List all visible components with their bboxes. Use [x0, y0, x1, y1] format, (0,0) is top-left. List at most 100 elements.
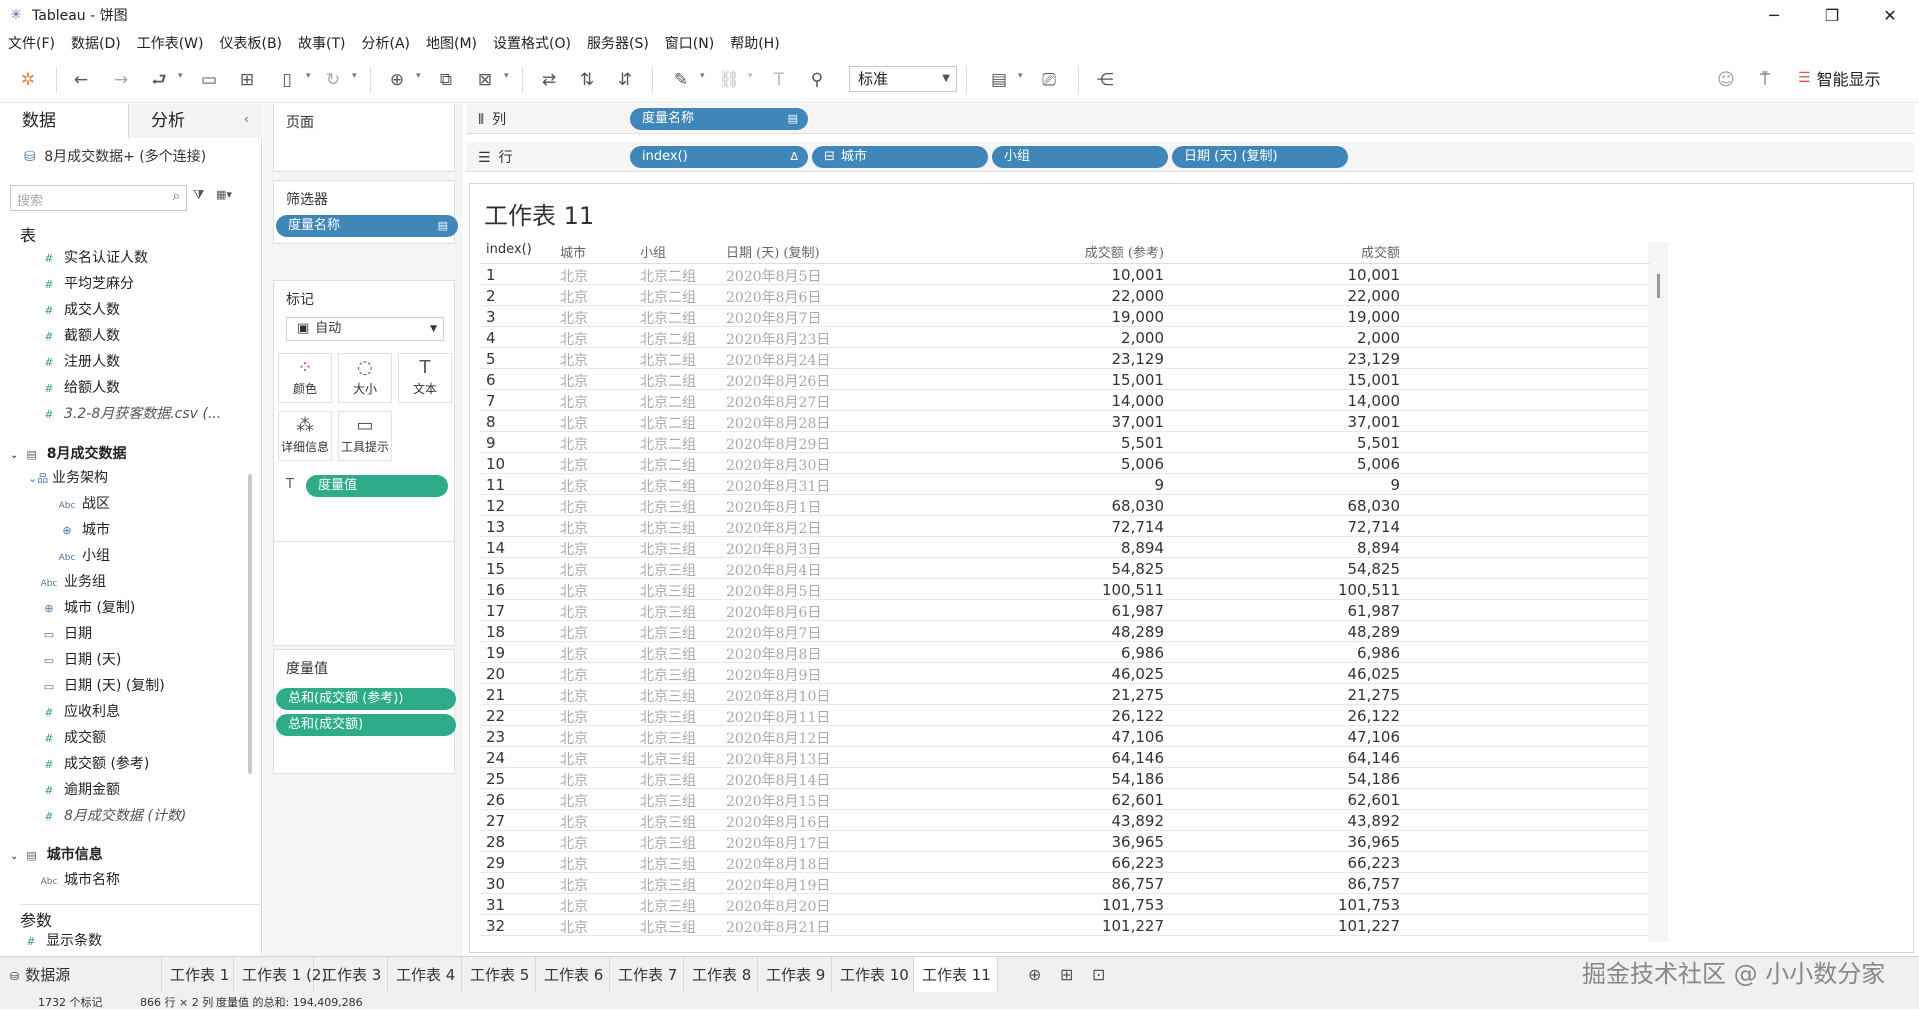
view-options-icon[interactable]: ▦▾ — [216, 188, 232, 201]
table-row[interactable]: 10 北京 北京二组 2020年8月30日 5,006 5,006 — [480, 453, 1650, 474]
tab-sheet[interactable]: 工作表 3 — [314, 957, 388, 993]
column-header[interactable]: 成交额 (参考) — [1054, 242, 1164, 261]
table-row[interactable]: 24 北京 北京三组 2020年8月13日 64,146 64,146 — [480, 747, 1650, 768]
filter-icon[interactable]: ⧩ — [193, 188, 205, 203]
tooltip-button[interactable]: ▭ 工具提示 — [338, 411, 392, 461]
field-item[interactable]: # 成交额 — [40, 727, 106, 749]
marks-pill-measure-values[interactable]: 度量值 — [306, 475, 448, 497]
table-row[interactable]: 31 北京 北京三组 2020年8月20日 101,753 101,753 — [480, 894, 1650, 915]
menu-server[interactable]: 服务器(S) — [579, 33, 657, 53]
menu-map[interactable]: 地图(M) — [418, 33, 485, 53]
tab-sheet[interactable]: 工作表 1 (2) — [234, 957, 327, 993]
table-row[interactable]: 16 北京 北京三组 2020年8月5日 100,511 100,511 — [480, 579, 1650, 600]
scrollbar[interactable] — [1657, 274, 1660, 298]
group-header[interactable]: ⌄ ▤ 城市信息 — [10, 844, 103, 864]
field-item[interactable]: # 实名认证人数 — [40, 247, 148, 269]
redo-icon[interactable]: → — [110, 69, 132, 91]
field-item[interactable]: #3.2-8月获客数据.csv (... — [40, 403, 221, 425]
replay-icon[interactable]: ⮐ — [148, 69, 170, 91]
pages-card[interactable]: 页面 — [273, 104, 455, 172]
tab-sheet[interactable]: 工作表 6 — [536, 957, 610, 993]
scrollbar[interactable] — [248, 474, 252, 774]
hierarchy-item[interactable]: ⌄品 业务架构 — [28, 467, 108, 489]
table-row[interactable]: 26 北京 北京三组 2020年8月15日 62,601 62,601 — [480, 789, 1650, 810]
menu-worksheet[interactable]: 工作表(W) — [129, 33, 212, 53]
table-row[interactable]: 22 北京 北京三组 2020年8月11日 26,122 26,122 — [480, 705, 1650, 726]
undo-icon[interactable]: ← — [70, 69, 92, 91]
tab-sheet[interactable]: 工作表 8 — [684, 957, 758, 993]
tab-sheet[interactable]: 工作表 11 — [914, 957, 998, 993]
table-row[interactable]: 6 北京 北京二组 2020年8月26日 15,001 15,001 — [480, 369, 1650, 390]
menu-analysis[interactable]: 分析(A) — [354, 33, 419, 53]
smart-show-button[interactable]: ☰ 智能显示 — [1798, 66, 1881, 90]
field-item[interactable]: ⊕ 城市 (复制) — [40, 597, 135, 619]
column-header[interactable]: 小组 — [640, 242, 666, 261]
table-row[interactable]: 11 北京 北京二组 2020年8月31日 9 9 — [480, 474, 1650, 495]
table-row[interactable]: 27 北京 北京三组 2020年8月16日 43,892 43,892 — [480, 810, 1650, 831]
tableau-home-icon[interactable]: ✲ — [17, 69, 39, 91]
field-item[interactable]: #8月成交数据 (计数) — [40, 805, 186, 827]
size-button[interactable]: ◌ 大小 — [338, 353, 392, 403]
tab-sheet[interactable]: 工作表 7 — [610, 957, 684, 993]
fit-dropdown[interactable]: 标准 ▼ — [849, 66, 957, 92]
columns-shelf[interactable]: ⦀ 列 度量名称 ▤ — [466, 104, 1914, 134]
text-button[interactable]: T 文本 — [398, 353, 452, 403]
minimize-button[interactable]: ─ — [1745, 0, 1803, 30]
new-dashboard-icon[interactable]: ⊞ — [1060, 965, 1073, 984]
tab-sheet[interactable]: 工作表 9 — [758, 957, 832, 993]
table-row[interactable]: 7 北京 北京二组 2020年8月27日 14,000 14,000 — [480, 390, 1650, 411]
field-item[interactable]: ▭ 日期 (天) (复制) — [40, 675, 165, 697]
table-row[interactable]: 25 北京 北京三组 2020年8月14日 54,186 54,186 — [480, 768, 1650, 789]
menu-dashboard[interactable]: 仪表板(B) — [211, 33, 290, 53]
field-item[interactable]: Abc 城市名称 — [40, 869, 120, 891]
close-button[interactable]: ✕ — [1861, 0, 1919, 30]
table-row[interactable]: 29 北京 北京三组 2020年8月18日 66,223 66,223 — [480, 852, 1650, 873]
table-row[interactable]: 30 北京 北京三组 2020年8月19日 86,757 86,757 — [480, 873, 1650, 894]
table-row[interactable]: 8 北京 北京二组 2020年8月28日 37,001 37,001 — [480, 411, 1650, 432]
search-input[interactable]: 搜索 ⌕ — [10, 185, 187, 211]
datasource-label[interactable]: ⛁ 8月成交数据+ (多个连接) — [24, 146, 206, 166]
row-pill-index[interactable]: index() Δ — [630, 146, 808, 168]
table-row[interactable]: 23 北京 北京三组 2020年8月12日 47,106 47,106 — [480, 726, 1650, 747]
pause-updates-icon[interactable]: ▯ — [276, 69, 298, 91]
row-pill-date[interactable]: 日期 (天) (复制) — [1172, 146, 1348, 168]
field-item[interactable]: Abc 业务组 — [40, 571, 106, 593]
table-row[interactable]: 12 北京 北京三组 2020年8月1日 68,030 68,030 — [480, 495, 1650, 516]
filter-pill-measure-names[interactable]: 度量名称 ▤ — [276, 215, 458, 237]
new-worksheet-icon[interactable]: ⊕ — [386, 69, 408, 91]
table-row[interactable]: 18 北京 北京三组 2020年8月7日 48,289 48,289 — [480, 621, 1650, 642]
field-item[interactable]: # 成交人数 — [40, 299, 120, 321]
field-item[interactable]: ▭ 日期 (天) — [40, 649, 122, 671]
table-row[interactable]: 32 北京 北京三组 2020年8月21日 101,227 101,227 — [480, 915, 1650, 936]
refresh-icon[interactable]: ↻ — [322, 69, 344, 91]
new-story-icon[interactable]: ⊡ — [1092, 965, 1105, 984]
table-row[interactable]: 28 北京 北京三组 2020年8月17日 36,965 36,965 — [480, 831, 1650, 852]
table-row[interactable]: 4 北京 北京二组 2020年8月23日 2,000 2,000 — [480, 327, 1650, 348]
table-row[interactable]: 13 北京 北京三组 2020年8月2日 72,714 72,714 — [480, 516, 1650, 537]
tab-sheet[interactable]: 工作表 10 — [832, 957, 914, 993]
table-row[interactable]: 3 北京 北京二组 2020年8月7日 19,000 19,000 — [480, 306, 1650, 327]
show-cards-icon[interactable]: ▤ — [988, 69, 1010, 91]
table-row[interactable]: 20 北京 北京三组 2020年8月9日 46,025 46,025 — [480, 663, 1650, 684]
column-header[interactable]: 成交额 — [1290, 242, 1400, 261]
table-row[interactable]: 19 北京 北京三组 2020年8月8日 6,986 6,986 — [480, 642, 1650, 663]
table-row[interactable]: 9 北京 北京二组 2020年8月29日 5,501 5,501 — [480, 432, 1650, 453]
tab-datasource[interactable]: ⛁ 数据源 — [0, 957, 162, 993]
color-button[interactable]: ⁘ 颜色 — [278, 353, 332, 403]
detail-button[interactable]: ⁂ 详细信息 — [278, 411, 332, 461]
parameter-item[interactable]: # 显示条数 — [22, 930, 102, 952]
measure-value-pill[interactable]: 总和(成交额) — [276, 714, 456, 736]
table-row[interactable]: 1 北京 北京二组 2020年8月5日 10,001 10,001 — [480, 264, 1650, 285]
highlight-icon[interactable]: ✎ — [670, 69, 692, 91]
field-item[interactable]: # 截额人数 — [40, 325, 120, 347]
column-header[interactable]: index() — [486, 242, 532, 257]
menu-file[interactable]: 文件(F) — [0, 33, 63, 53]
field-item[interactable]: ⊕ 城市 — [58, 519, 110, 541]
collapse-pane-icon[interactable]: ‹ — [244, 112, 249, 126]
menu-format[interactable]: 设置格式(O) — [485, 33, 579, 53]
table-row[interactable]: 21 北京 北京三组 2020年8月10日 21,275 21,275 — [480, 684, 1650, 705]
row-pill-city[interactable]: ⊟ 城市 — [812, 146, 988, 168]
table-row[interactable]: 14 北京 北京三组 2020年8月3日 8,894 8,894 — [480, 537, 1650, 558]
field-item[interactable]: # 给额人数 — [40, 377, 120, 399]
field-item[interactable]: # 逾期金额 — [40, 779, 120, 801]
